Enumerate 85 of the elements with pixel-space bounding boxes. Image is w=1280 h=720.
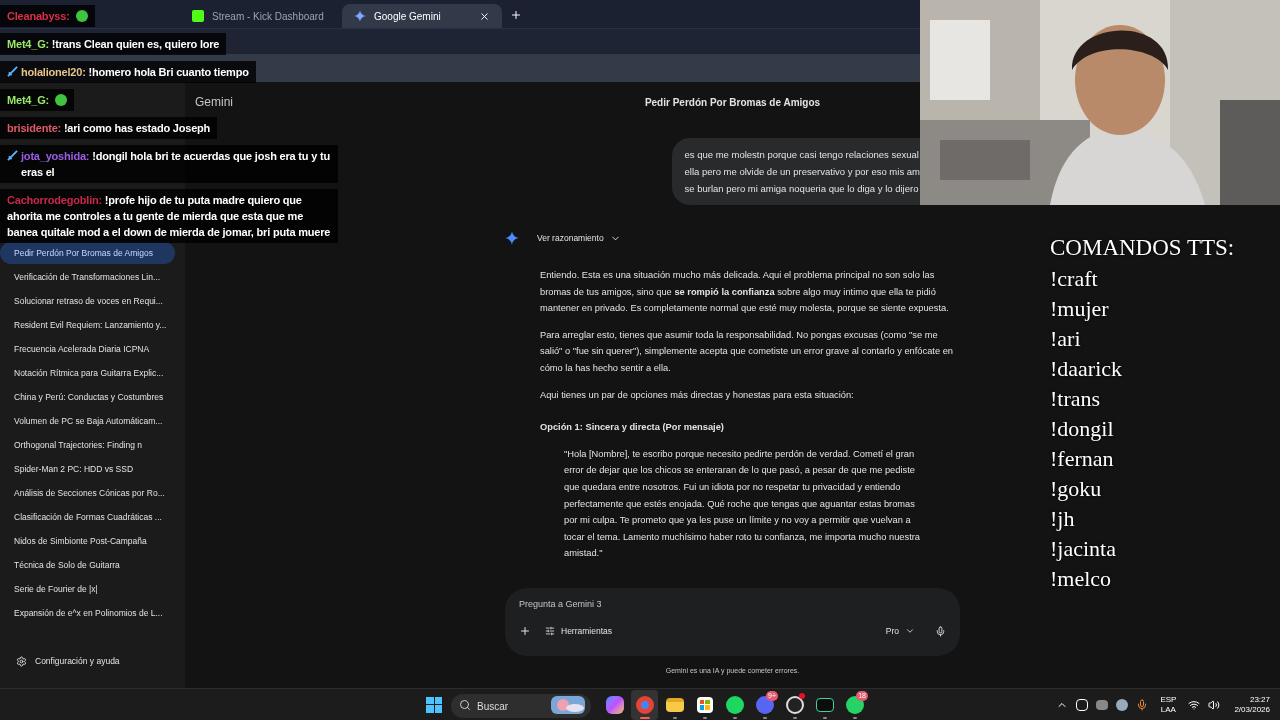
conversation-item[interactable]: Técnica de Solo de Guitarra — [0, 554, 175, 576]
sparkle-icon — [354, 10, 366, 22]
new-tab-icon[interactable] — [510, 9, 522, 21]
emote-icon — [75, 10, 88, 22]
gemini-icon — [505, 231, 519, 245]
conversation-item[interactable]: Clasificación de Formas Cuadráticas ... — [0, 506, 175, 528]
conversation-item[interactable]: China y Perú: Conductas y Costumbres — [0, 386, 175, 408]
message-line: se burlan pero mi amiga noqueria que lo diga y lo dijero — [684, 182, 920, 196]
chat-message: Met4_G: !trans Clean quien es, quiero lore — [7, 37, 220, 52]
conversation-item[interactable]: Serie de Fourier de |x| — [0, 578, 175, 600]
tts-command: !jh — [1050, 505, 1076, 533]
microphone-icon[interactable] — [935, 625, 946, 637]
conversation-item[interactable]: Orthogonal Trajectories: Finding n — [0, 434, 175, 456]
tts-command: !dongil — [1050, 415, 1115, 443]
whatsapp-icon — [845, 695, 864, 714]
conversation-item[interactable]: Expansión de e^x en Polinomios de L... — [0, 602, 175, 624]
tts-command: !craft — [1050, 265, 1099, 293]
kick-logo-icon — [192, 10, 204, 22]
message-line: ella pero me olvide de un preservativo y por eso mis am — [684, 165, 920, 179]
model-selector[interactable]: Pro — [885, 625, 915, 638]
tts-command: !melco — [1050, 565, 1113, 593]
chat-message: Cachorrodegoblin: !profe hijo de tu puta madre quiero que ahorita me controles a tu gente de mierda que esta que me banea quitale mod a el down de mierda de jomar, bri puta muere — [7, 193, 331, 240]
clock-time[interactable]: 23:27 — [1249, 694, 1270, 705]
chat-message: Cleanabyss: — [7, 9, 70, 24]
conversation-item[interactable]: Notación Rítmica para Guitarra Explic... — [0, 362, 175, 384]
conversation-item[interactable]: Spider-Man 2 PC: HDD vs SSD — [0, 458, 175, 480]
emote-icon — [55, 94, 67, 106]
sword-badge-icon — [7, 150, 18, 161]
tts-command: !fernan — [1050, 445, 1115, 473]
sword-badge-icon — [7, 66, 18, 77]
quoted-message: "Hola [Nombre], te escribo porque necesito pedirte perdón de verdad. Cometí el gran error de dejar que los chicos se enteraran de lo que pasó, a pesar de que me pediste que quedara entre nosotros. Fui un idiota por no respetar tu privacidad y entiendo perfectamente que estés enojada. Qué roche que tengas que aguantar estas bromas por mi culpa. Te prometo que ya les puse un límite y no voy a permitir que vuelvan a tocar el tema. Lamento muchísimo haber roto tu confianza, me importa mucho nuestra amistad." — [563, 447, 922, 561]
settings-item[interactable]: Configuración y ayuda — [0, 655, 185, 668]
language-label[interactable]: ESP — [1160, 694, 1177, 705]
chat-message: Met4_G: — [7, 93, 49, 108]
conversation-item[interactable]: Pedir Perdón Por Bromas de Amigos — [0, 242, 175, 264]
tts-commands-title: COMANDOS TTS: — [1050, 234, 1235, 262]
obs-icon — [785, 695, 804, 714]
product-name: Gemini — [195, 94, 233, 111]
clock-date[interactable]: 2/03/2026 — [1234, 704, 1270, 715]
conversation-item[interactable]: Nidos de Simbionte Post-Campaña — [0, 530, 175, 552]
conversation-item[interactable]: Verificación de Transformaciones Lin... — [0, 266, 175, 288]
prompt-input[interactable]: Pregunta a Gemini 3 — [519, 597, 946, 611]
store-icon — [696, 696, 713, 713]
tts-command: !jacinta — [1050, 535, 1117, 563]
tray-icon[interactable] — [1096, 699, 1109, 710]
conversation-item[interactable]: Resident Evil Requiem: Lanzamiento y... — [0, 314, 175, 336]
spotify-icon — [725, 695, 744, 714]
browser-tab[interactable]: Google Gemini — [342, 4, 502, 28]
browser-tab[interactable]: Stream - Kick Dashboard — [180, 4, 340, 28]
chat-message: jota_yoshida: !dongil hola bri te acuerdas que josh era tu y tu eras el — [21, 149, 331, 180]
response-heading: Opción 1: Sincera y directa (Por mensaje) — [540, 421, 725, 435]
search-icon — [459, 698, 471, 711]
close-tab-icon[interactable] — [479, 10, 490, 22]
chat-message: brisidente: !ari como has estado Joseph — [7, 121, 211, 136]
settings-icon — [16, 656, 27, 668]
reasoning-toggle[interactable]: Ver razonamiento — [537, 231, 621, 245]
discord-icon — [755, 695, 774, 714]
tts-command: !mujer — [1050, 295, 1110, 323]
conversation-title: Pedir Perdón Por Bromas de Amigos — [644, 95, 821, 110]
folder-icon — [665, 697, 684, 712]
tools-button[interactable]: Herramientas — [545, 625, 613, 638]
app-tray-icon[interactable] — [1076, 698, 1089, 711]
chrome-icon — [635, 695, 654, 714]
response-paragraph: Entiendo. Esta es una situación mucho más delicada. Aqui el problema principal no son solo las bromas de tus amigos, sino que se rompió la confianza sobre algo muy intimo que ella te pidió mantener en privado. Es completamente normal que esté muy molesta, porque se siente expuesta. — [540, 269, 950, 316]
keyboard-layout-label[interactable]: LAA — [1160, 704, 1176, 715]
conversation-item[interactable]: Análisis de Secciones Cónicas por Ro... — [0, 482, 175, 504]
microphone-icon[interactable] — [1136, 698, 1149, 711]
conversation-item[interactable]: Volumen de PC se Baja Automáticam... — [0, 410, 175, 432]
sliders-icon — [545, 626, 555, 637]
response-paragraph: Para arreglar esto, tienes que asumir toda la responsabilidad. No pongas excusas (como "se me salió" o "fue sin querer"), simplemente acepta que cometiste un error grave al contarlo y enfócate en cómo la has hecho sentir a ella. — [540, 328, 954, 375]
tts-command: !trans — [1050, 385, 1102, 413]
terminal-icon — [815, 697, 834, 712]
add-icon[interactable] — [519, 625, 531, 638]
tts-command: !goku — [1050, 475, 1103, 503]
response-paragraph: Aqui tienes un par de opciones más directas y honestas para esta situación: — [540, 388, 855, 402]
message-line: es que me molestn porque casi tengo relaciones sexual — [684, 148, 920, 162]
copilot-icon — [605, 695, 624, 714]
steam-icon[interactable] — [1116, 698, 1129, 711]
tts-command: !ari — [1050, 325, 1082, 353]
tts-command: !daarick — [1050, 355, 1124, 383]
chat-message: holalionel20: !homero hola Bri cuanto tiempo — [21, 65, 249, 80]
conversation-item[interactable]: Frecuencia Acelerada Diaria ICPNA — [0, 338, 175, 360]
network-icon[interactable] — [1188, 698, 1201, 711]
volume-icon[interactable] — [1208, 698, 1221, 711]
conversation-item[interactable]: Solucionar retraso de voces en Requi... — [0, 290, 175, 312]
